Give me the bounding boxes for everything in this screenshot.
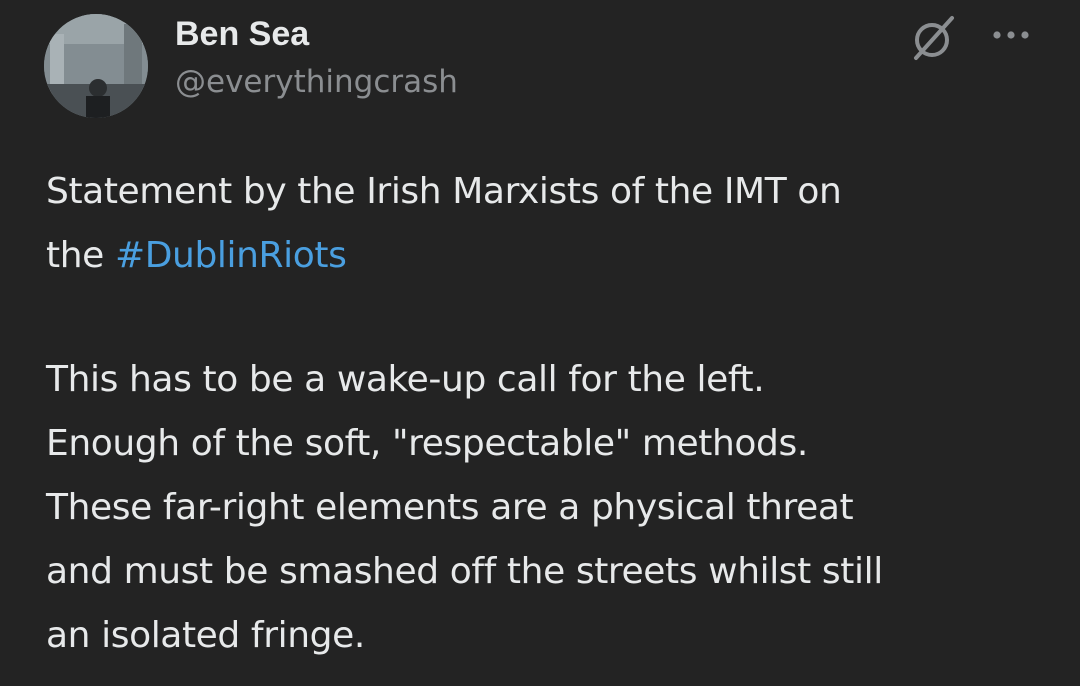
tweet-card: Ben Sea @everythingcrash Statement by th… <box>0 0 1080 686</box>
tweet-text-the: the <box>46 235 104 276</box>
author-handle[interactable]: @everythingcrash <box>175 60 458 104</box>
avatar-photo <box>44 14 148 118</box>
tweet-text: Statement by the Irish Marxists of the I… <box>46 160 1046 668</box>
tweet-line: This has to be a wake-up call for the le… <box>46 359 765 400</box>
tweet-hashtag-line: the #DublinRiots <box>46 224 1046 288</box>
author-info: Ben Sea @everythingcrash <box>175 12 458 104</box>
tweet-line: These far-right elements are a physical … <box>46 487 854 528</box>
tweet-line: an isolated fringe. <box>46 615 365 656</box>
author-display-name[interactable]: Ben Sea <box>175 12 458 56</box>
author-avatar[interactable] <box>44 14 148 118</box>
tweet-line: Enough of the soft, "respectable" method… <box>46 423 808 464</box>
more-options-icon[interactable] <box>990 20 1032 50</box>
paragraph-break <box>46 288 1046 348</box>
grok-icon[interactable] <box>910 14 958 62</box>
tweet-line: and must be smashed off the streets whil… <box>46 551 883 592</box>
tweet-intro-line: Statement by the Irish Marxists of the I… <box>46 171 842 212</box>
hashtag-link[interactable]: #DublinRiots <box>115 235 347 276</box>
